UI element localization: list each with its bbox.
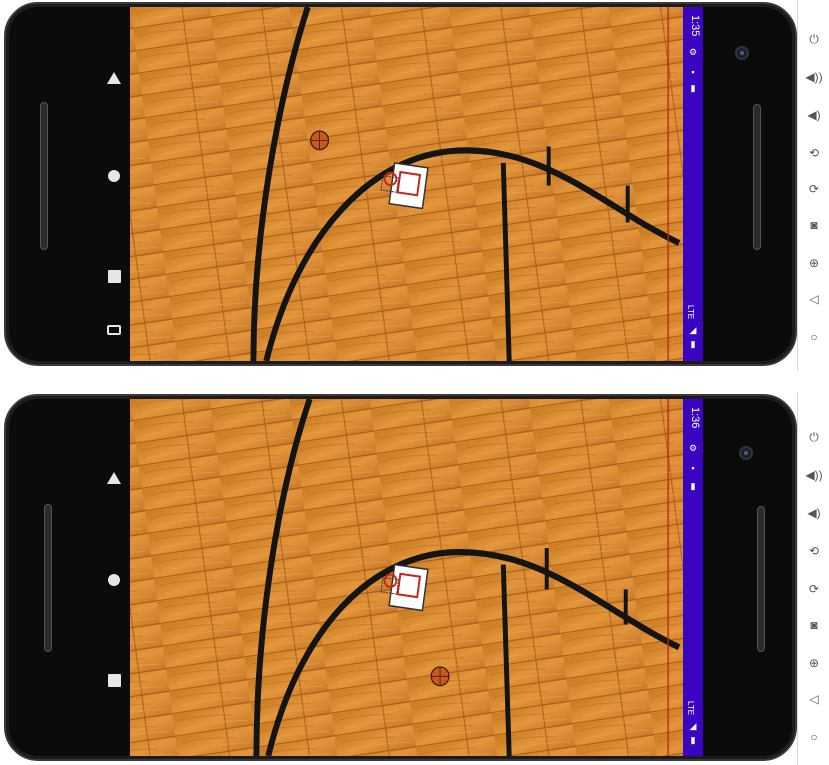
back-button[interactable] [102,66,126,90]
home-button[interactable] [102,164,126,188]
emulator-panel-2: 1:36 ⚙ ▪ ▮ LTE ◢ ▮ ⏻ ◀)) ◀) ⟲ ⟳ ◙ ⊕ ◁ ○ [0,392,829,765]
speaker-grille [40,102,48,250]
volume-down-icon[interactable]: ◀) [798,502,829,524]
home-circle-icon [108,574,120,586]
game-court[interactable] [130,7,683,361]
speaker-grille [44,504,52,652]
nav-bar [6,4,134,364]
rotate-button[interactable] [102,318,126,342]
back-triangle-icon [107,472,121,484]
front-camera [739,446,753,460]
sim-icon: ▪ [691,463,695,473]
back-icon[interactable]: ◁ [798,688,829,710]
home-circle-icon [108,170,120,182]
sim-icon: ▪ [691,67,695,77]
speaker-grille [753,104,761,250]
battery-icon: ▮ [690,735,696,745]
camera-icon[interactable]: ◙ [798,214,829,236]
recents-square-icon [107,269,121,283]
emulator-panel-1: 1:35 ⚙ ▪ ▮ LTE ◢ ▮ ⏻ ◀)) ◀) ⟲ ⟳ ◙ ⊕ ◁ ○ [0,0,829,370]
rotate-right-icon[interactable]: ⟳ [798,178,829,200]
gear-icon: ⚙ [688,443,698,453]
volume-down-icon[interactable]: ◀) [798,104,829,126]
volume-up-icon[interactable]: ◀)) [798,66,829,88]
volume-up-icon[interactable]: ◀)) [798,464,829,486]
basketball[interactable] [310,130,330,151]
back-button[interactable] [102,466,126,490]
gear-icon: ⚙ [688,47,698,57]
signal-icon: ◢ [689,721,697,731]
speaker-grille [757,506,765,652]
emulator-toolbar: ⏻ ◀)) ◀) ⟲ ⟳ ◙ ⊕ ◁ ○ [797,0,829,370]
home-icon[interactable]: ○ [798,326,829,348]
status-network: LTE [686,305,695,320]
rotate-icon [107,325,121,335]
front-camera [735,46,749,60]
recents-square-icon [107,673,121,687]
court-canvas [130,399,683,756]
status-network: LTE [686,701,695,716]
sd-card-icon: ▮ [690,481,696,491]
phone-frame: 1:36 ⚙ ▪ ▮ LTE ◢ ▮ [4,394,797,761]
phone-frame: 1:35 ⚙ ▪ ▮ LTE ◢ ▮ [4,2,797,366]
rotate-right-icon[interactable]: ⟳ [798,578,829,600]
zoom-icon[interactable]: ⊕ [798,652,829,674]
recents-button[interactable] [102,668,126,692]
rotate-left-icon[interactable]: ⟲ [798,540,829,562]
battery-icon: ▮ [690,339,696,349]
camera-icon[interactable]: ◙ [798,614,829,636]
back-icon[interactable]: ◁ [798,288,829,310]
status-bar: 1:35 ⚙ ▪ ▮ LTE ◢ ▮ [683,7,703,361]
back-triangle-icon [107,72,121,84]
home-button[interactable] [102,568,126,592]
status-time: 1:35 [689,15,701,37]
game-court[interactable] [130,399,683,756]
sd-card-icon: ▮ [690,83,696,93]
court-canvas [130,7,683,361]
status-time: 1:36 [689,407,701,429]
power-icon[interactable]: ⏻ [798,28,829,50]
nav-bar [6,396,134,759]
basketball[interactable] [430,666,450,687]
power-icon[interactable]: ⏻ [798,426,829,448]
home-icon[interactable]: ○ [798,726,829,748]
zoom-icon[interactable]: ⊕ [798,252,829,274]
emulator-toolbar: ⏻ ◀)) ◀) ⟲ ⟳ ◙ ⊕ ◁ ○ [797,392,829,765]
recents-button[interactable] [102,264,126,288]
status-bar: 1:36 ⚙ ▪ ▮ LTE ◢ ▮ [683,399,703,756]
rotate-left-icon[interactable]: ⟲ [798,142,829,164]
signal-icon: ◢ [689,325,697,335]
